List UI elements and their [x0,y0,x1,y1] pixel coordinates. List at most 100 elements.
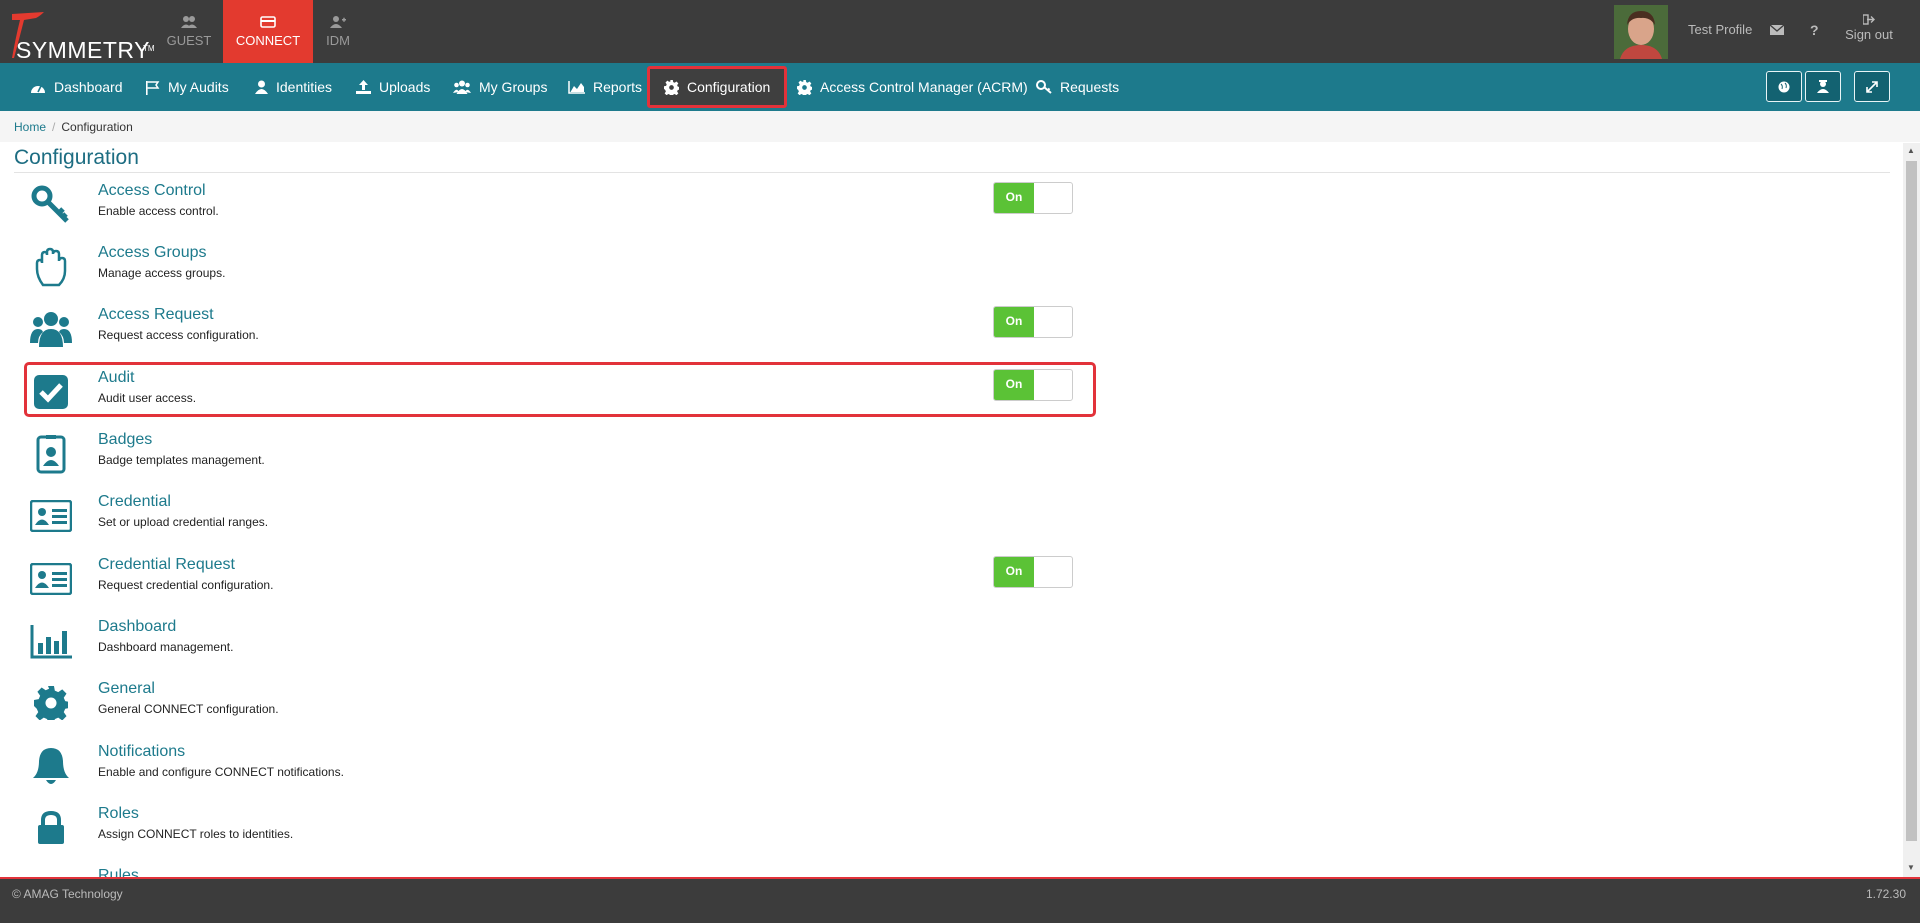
nav-item-acrm[interactable]: Access Control Manager (ACRM) [797,63,1028,111]
nav-item-requests[interactable]: Requests [1036,63,1119,111]
audit-toggle[interactable]: On [993,369,1073,401]
access-control-toggle[interactable]: On [993,182,1073,214]
scroll-down-icon[interactable]: ▼ [1907,863,1915,872]
help-icon[interactable]: ? [1810,22,1819,38]
app-tab-label: GUEST [166,33,212,48]
hand-icon [30,246,72,288]
nav-label: Uploads [379,79,431,95]
nav-label: My Groups [479,79,548,95]
scroll-up-icon[interactable]: ▲ [1907,146,1915,155]
title-divider [14,172,1890,173]
gear-icon [30,682,72,724]
app-tab-connect[interactable]: CONNECT [223,0,313,63]
version: 1.72.30 [1865,887,1906,901]
config-title[interactable]: Access Control [98,182,206,200]
globe-button[interactable] [1766,71,1802,102]
nav-label: My Audits [168,79,229,95]
nav-label: Configuration [687,79,771,95]
app-tab-guest[interactable]: GUEST [158,0,220,63]
config-item-credential[interactable]: Credential Set or upload credential rang… [26,493,1096,551]
config-title[interactable]: Access Groups [98,244,206,262]
gear-icon [664,79,679,95]
config-title[interactable]: Access Request [98,306,214,324]
profile-name[interactable]: Test Profile [1688,22,1752,37]
breadcrumb: Home / Configuration [0,111,1920,142]
nav-label: Dashboard [54,79,123,95]
key-icon [1036,80,1052,94]
config-item-access-groups[interactable]: Access Groups Manage access groups. [26,244,1096,302]
app-tab-idm[interactable]: IDM [313,0,363,63]
page-scrollbar[interactable]: ▲ ▼ [1903,143,1920,877]
nav-item-my-groups[interactable]: My Groups [453,63,547,111]
upload-icon [356,80,371,94]
copyright: © AMAG Technology [12,887,123,901]
toggle-on-label: On [994,183,1034,213]
config-title[interactable]: Badges [98,431,152,449]
globe-icon [1778,81,1790,92]
fullscreen-button[interactable] [1854,71,1890,102]
sign-out-icon [1863,14,1875,25]
user-icon [255,80,268,94]
user-secret-icon [1817,80,1829,93]
rules-icon [30,869,72,877]
main-nav: Dashboard My Audits Identities Uploads M… [0,63,1920,111]
nav-item-uploads[interactable]: Uploads [356,63,430,111]
config-item-dashboard[interactable]: Dashboard Dashboard management. [26,618,1096,676]
config-description: Dashboard management. [98,640,234,654]
group-icon [453,80,471,94]
user-plus-icon [330,16,346,28]
config-description: Audit user access. [98,391,197,405]
config-item-badges[interactable]: Badges Badge templates management. [26,431,1096,489]
breadcrumb-home[interactable]: Home [14,120,46,134]
config-item-audit[interactable]: Audit Audit user access. On [26,369,1096,427]
nav-label: Access Control Manager (ACRM) [820,79,1028,95]
nav-item-my-audits[interactable]: My Audits [145,63,229,111]
top-bar: SYMMETRY TM GUEST CONNECT IDM Test Profi… [0,0,1920,63]
id-card-icon [30,495,72,537]
access-request-toggle[interactable]: On [993,306,1073,338]
config-title[interactable]: Dashboard [98,618,176,636]
config-description: Enable and configure CONNECT notificatio… [98,765,344,779]
config-title[interactable]: General [98,680,155,698]
avatar-image [1614,5,1668,59]
config-title[interactable]: Credential [98,493,171,511]
scroll-thumb[interactable] [1906,161,1917,841]
config-item-general[interactable]: General General CONNECT configuration. [26,680,1096,738]
users-icon [30,308,72,350]
config-title[interactable]: Roles [98,805,139,823]
lock-icon [30,807,72,849]
config-item-notifications[interactable]: Notifications Enable and configure CONNE… [26,743,1096,801]
credential-request-toggle[interactable]: On [993,556,1073,588]
toggle-on-label: On [994,557,1034,587]
bar-chart-icon [30,620,72,662]
symmetry-logo[interactable]: SYMMETRY TM [6,6,156,63]
config-title[interactable]: Rules [98,867,139,877]
config-item-access-request[interactable]: Access Request Request access configurat… [26,306,1096,364]
nav-label: Identities [276,79,333,95]
dashboard-icon [31,85,45,93]
config-title[interactable]: Credential Request [98,556,235,574]
check-square-icon [30,371,72,413]
user-secret-button[interactable] [1805,71,1841,102]
config-item-roles[interactable]: Roles Assign CONNECT roles to identities… [26,805,1096,863]
config-description: Request access configuration. [98,328,259,342]
sign-out-label: Sign out [1845,27,1893,42]
config-title[interactable]: Notifications [98,743,185,761]
config-item-access-control[interactable]: Access Control Enable access control. On [26,182,1096,240]
config-title[interactable]: Audit [98,369,134,387]
key-icon [30,184,72,226]
sign-out-button[interactable]: Sign out [1840,14,1898,42]
nav-label: Requests [1060,79,1120,95]
nav-item-configuration[interactable]: Configuration [647,66,788,108]
bell-icon [30,745,72,787]
config-item-credential-request[interactable]: Credential Request Request credential co… [26,556,1096,614]
nav-item-reports[interactable]: Reports [568,63,642,111]
nav-item-identities[interactable]: Identities [255,63,332,111]
avatar[interactable] [1614,5,1668,59]
mail-icon[interactable] [1769,22,1785,38]
expand-icon [1866,80,1878,93]
config-item-rules[interactable]: Rules [26,867,1096,877]
breadcrumb-current: Configuration [61,120,133,134]
users-icon [181,16,197,28]
nav-item-dashboard[interactable]: Dashboard [30,63,123,111]
